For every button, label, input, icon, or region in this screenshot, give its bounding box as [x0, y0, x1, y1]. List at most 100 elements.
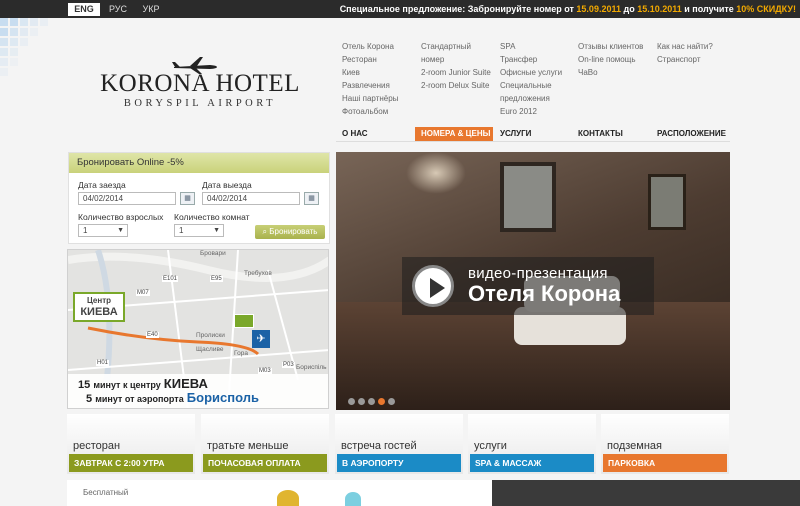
nav-link-hotel[interactable]: Отель Корона — [342, 40, 420, 53]
nav-link-euro2012[interactable]: Euro 2012 — [500, 105, 570, 118]
caption-line-1: 15 минут к центру КИЕВА — [78, 376, 208, 391]
nav-link-partners[interactable]: Наші партнёры — [342, 92, 420, 105]
hotel-icon — [234, 314, 254, 328]
rooms-value: 1 — [179, 226, 184, 235]
slider-dot[interactable] — [368, 398, 375, 405]
nav-link-transfer[interactable]: Трансфер — [500, 53, 570, 66]
tile-hourly[interactable]: тратьте меньше ПОЧАСОВАЯ ОПЛАТА — [201, 414, 329, 474]
video-subtitle: видео-презентация — [468, 265, 608, 282]
logo-title[interactable]: KORONA HOTEL — [100, 70, 300, 98]
nav-link-special-offers[interactable]: Специальные предложения — [500, 79, 570, 105]
nav-head-about[interactable]: О НАС — [336, 127, 412, 141]
offer-prefix: Специальное предложение: Забронируйте но… — [339, 4, 577, 14]
checkout-label: Дата выезда — [202, 180, 252, 190]
booking-form: Бронировать Online -5% Дата заезда 04/02… — [68, 152, 330, 244]
rooms-label: Количество комнат — [174, 212, 250, 222]
nav-link-restaurant[interactable]: Ресторан — [342, 53, 420, 66]
nav-link-reviews[interactable]: Отзывы клиентов — [578, 40, 656, 53]
nav-link-spa[interactable]: SPA — [500, 40, 570, 53]
book-button[interactable]: ⌕ Бронировать — [255, 225, 325, 239]
logo-subtitle: BORYSPIL AIRPORT — [123, 98, 277, 109]
nav-column-about: Отель Корона Ресторан Киев Развлечения Н… — [342, 40, 420, 118]
offer-suffix: и получите — [681, 4, 737, 14]
lang-rus[interactable]: РУС — [106, 3, 130, 16]
special-offer[interactable]: Специальное предложение: Забронируйте но… — [340, 3, 796, 16]
offer-mid: до — [620, 4, 638, 14]
mirror-image — [500, 162, 556, 232]
tile-title: подземная — [607, 440, 662, 452]
tile-parking[interactable]: подземная ПАРКОВКА — [601, 414, 729, 474]
nav-head-services[interactable]: УСЛУГИ — [494, 127, 570, 141]
nav-head-location[interactable]: РАСПОЛОЖЕНИЕ — [651, 127, 731, 141]
booking-title: Бронировать Online -5% — [69, 153, 329, 173]
tile-airport[interactable]: встреча гостей В АЭРОПОРТУ — [335, 414, 463, 474]
nav-link-transport[interactable]: Странспорт — [657, 53, 735, 66]
calendar-icon[interactable]: ▦ — [304, 192, 319, 205]
tile-restaurant[interactable]: ресторан ЗАВТРАК С 2:00 УТРА — [67, 414, 195, 474]
road-label: E40 — [146, 332, 159, 338]
adults-label: Количество взрослых — [78, 212, 164, 222]
offer-date-from: 15.09.2011 — [576, 4, 621, 14]
caption2-place: Борисполь — [186, 390, 259, 405]
rooms-select[interactable]: 1 ▼ — [174, 224, 224, 237]
bottom-panel: Бесплатный — [67, 480, 492, 506]
lang-eng[interactable]: ENG — [68, 3, 100, 16]
nav-link-find-us[interactable]: Как нас найти? — [657, 40, 735, 53]
offer-discount: 10% СКИДКУ! — [736, 4, 796, 14]
nav-link-delux-suite[interactable]: 2-room Delux Suite — [421, 79, 495, 92]
nav-head-rooms[interactable]: НОМЕРА & ЦЕНЫ — [415, 127, 493, 141]
slider-dots — [348, 392, 398, 410]
video-slider[interactable]: видео-презентация Отеля Корона — [336, 152, 730, 410]
road-label: P03 — [282, 362, 295, 368]
book-button-label: Бронировать — [269, 227, 318, 236]
partner-logo — [277, 490, 299, 506]
map-place: Бориспіль — [296, 364, 327, 371]
slider-dot-active[interactable] — [378, 398, 385, 405]
map-place: Пролиски — [196, 332, 225, 339]
map-place: Требухов — [244, 270, 272, 277]
wall-art-image — [648, 174, 686, 230]
calendar-icon[interactable]: ▦ — [180, 192, 195, 205]
tile-bar: ПАРКОВКА — [603, 454, 727, 472]
play-icon[interactable] — [412, 265, 454, 307]
road-label: H01 — [96, 360, 110, 366]
nav-link-faq[interactable]: ЧаВо — [578, 66, 656, 79]
slider-dot[interactable] — [358, 398, 365, 405]
kiev-center-label: Центр КИЕВА — [73, 292, 125, 322]
map-caption: 15 минут к центру КИЕВА 5 минут от аэроп… — [68, 374, 328, 408]
map-place: Щасливе — [196, 346, 224, 353]
map-place: Бровари — [200, 250, 226, 257]
nav-link-standard-room[interactable]: Стандартный номер — [421, 40, 495, 66]
nav-column-services: SPA Трансфер Офисные услуги Специальные … — [500, 40, 570, 118]
caption2-text: минут от аэропорта — [95, 394, 184, 404]
nav-link-kiev[interactable]: Киев — [342, 66, 420, 79]
adults-select[interactable]: 1 ▼ — [78, 224, 128, 237]
nav-link-entertainment[interactable]: Развлечения — [342, 79, 420, 92]
caption1-place: КИЕВА — [163, 376, 208, 391]
chevron-down-icon: ▼ — [117, 227, 124, 234]
checkin-input[interactable]: 04/02/2014 — [78, 192, 176, 205]
nav-head-contacts[interactable]: КОНТАКТЫ — [572, 127, 648, 141]
nav-link-online-help[interactable]: On-line помощь — [578, 53, 656, 66]
tile-title: ресторан — [73, 440, 121, 452]
top-bar: ENG РУС УКР Специальное предложение: Заб… — [0, 0, 800, 18]
center-label-1: Центр — [86, 296, 112, 305]
tile-spa[interactable]: услуги SPA & МАССАЖ — [468, 414, 596, 474]
nav-link-junior-suite[interactable]: 2-room Junior Suite — [421, 66, 495, 79]
road-label: E101 — [162, 276, 179, 282]
slider-dot[interactable] — [388, 398, 395, 405]
checkout-input[interactable]: 04/02/2014 — [202, 192, 300, 205]
lang-ukr[interactable]: УКР — [140, 3, 162, 16]
nav-link-office[interactable]: Офисные услуги — [500, 66, 570, 79]
nav-column-rooms: Стандартный номер 2-room Junior Suite 2-… — [421, 40, 495, 92]
lamp-glow — [406, 152, 466, 194]
nav-divider — [336, 141, 730, 142]
slider-dot[interactable] — [348, 398, 355, 405]
video-overlay[interactable]: видео-презентация Отеля Корона — [402, 257, 654, 315]
caption1-text: минут к центру — [93, 380, 161, 390]
location-map[interactable]: Центр КИЕВА ✈ Бровари Требухов Пролиски … — [67, 249, 329, 409]
nav-column-location: Как нас найти? Странспорт — [657, 40, 735, 66]
chevron-down-icon: ▼ — [213, 227, 220, 234]
bottom-text: Бесплатный — [83, 488, 129, 497]
nav-link-photoalbum[interactable]: Фотоальбом — [342, 105, 420, 118]
